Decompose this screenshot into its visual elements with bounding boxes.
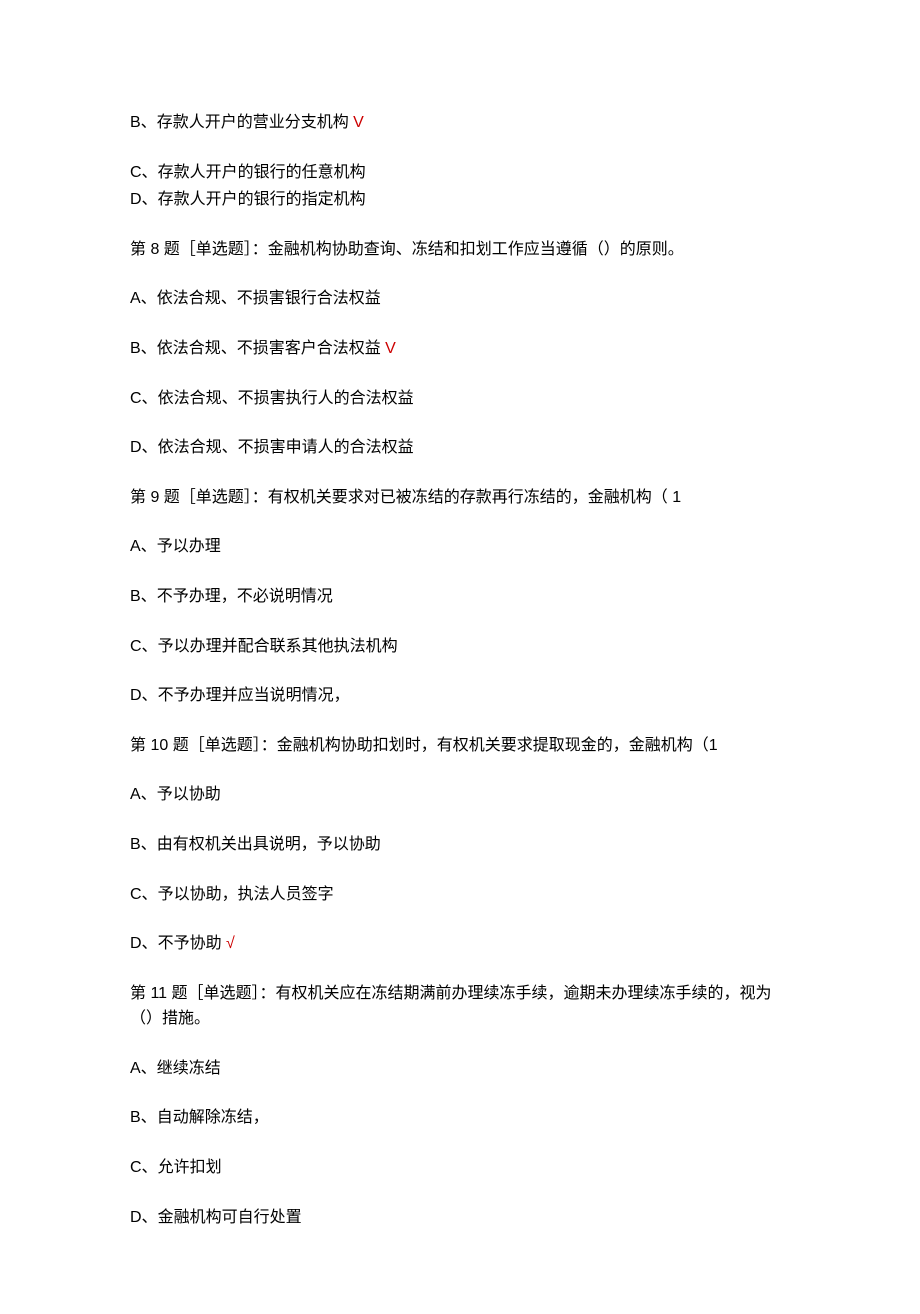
q9-option-b: B、不予办理，不必说明情况: [130, 584, 790, 610]
q10-option-c: C、予以协助，执法人员签字: [130, 882, 790, 908]
option-letter: C、: [130, 638, 158, 655]
q8-option-c: C、依法合规、不损害执行人的合法权益: [130, 386, 790, 412]
q9-stem: 第 9 题［单选题］：有权机关要求对已被冻结的存款再行冻结的，金融机构（ 1: [130, 485, 790, 511]
option-letter: D、: [130, 1209, 158, 1226]
option-text: 不予协助: [158, 935, 222, 952]
option-text: 由有权机关出具说明，予以协助: [157, 836, 381, 853]
option-letter: A、: [130, 538, 157, 555]
correct-mark: V: [381, 340, 396, 357]
option-text: 存款人开户的银行的指定机构: [158, 191, 366, 208]
option-letter: C、: [130, 886, 158, 903]
option-text: 金融机构可自行处置: [158, 1209, 302, 1226]
q11-option-c: C、允许扣划: [130, 1155, 790, 1181]
q10-option-d: D、不予协助 √: [130, 931, 790, 957]
q9-option-a: A、予以办理: [130, 534, 790, 560]
option-letter: A、: [130, 786, 157, 803]
q8-option-d: D、依法合规、不损害申请人的合法权益: [130, 435, 790, 461]
option-letter: B、: [130, 1109, 157, 1126]
option-letter: A、: [130, 290, 157, 307]
option-letter: D、: [130, 439, 158, 456]
option-text: 依法合规、不损害执行人的合法权益: [158, 390, 414, 407]
option-letter: A、: [130, 1060, 157, 1077]
q10-option-b: B、由有权机关出具说明，予以协助: [130, 832, 790, 858]
option-letter: C、: [130, 164, 158, 181]
q8-option-a: A、依法合规、不损害银行合法权益: [130, 286, 790, 312]
option-letter: D、: [130, 935, 158, 952]
q11-stem: 第 11 题［单选题］：有权机关应在冻结期满前办理续冻手续，逾期未办理续冻手续的…: [130, 981, 790, 1032]
option-text: 允许扣划: [158, 1159, 222, 1176]
question-text: 第 9 题［单选题］：有权机关要求对已被冻结的存款再行冻结的，金融机构（ 1: [130, 489, 681, 506]
option-text: 予以办理: [157, 538, 221, 555]
option-text: 予以办理并配合联系其他执法机构: [158, 638, 398, 655]
q7-option-c: C、存款人开户的银行的任意机构: [130, 160, 790, 186]
q11-option-a: A、继续冻结: [130, 1056, 790, 1082]
option-text: 不予办理，不必说明情况: [157, 588, 333, 605]
option-letter: C、: [130, 1159, 158, 1176]
option-text: 不予办理并应当说明情况，: [158, 687, 350, 704]
q7-option-b: B、存款人开户的营业分支机构 V: [130, 110, 790, 136]
question-text: 第 11 题［单选题］：有权机关应在冻结期满前办理续冻手续，逾期未办理续冻手续的…: [130, 985, 772, 1028]
option-letter: D、: [130, 191, 158, 208]
correct-mark: V: [349, 114, 364, 131]
option-letter: B、: [130, 340, 157, 357]
option-text: 继续冻结: [157, 1060, 221, 1077]
question-text: 第 8 题［单选题］：金融机构协助查询、冻结和扣划工作应当遵循（）的原则。: [130, 241, 684, 258]
q7-option-d: D、存款人开户的银行的指定机构: [130, 187, 790, 213]
option-letter: B、: [130, 588, 157, 605]
option-text: 存款人开户的营业分支机构: [157, 114, 349, 131]
option-text: 依法合规、不损害申请人的合法权益: [158, 439, 414, 456]
option-letter: B、: [130, 836, 157, 853]
option-text: 依法合规、不损害客户合法权益: [157, 340, 381, 357]
option-text: 予以协助: [157, 786, 221, 803]
q11-option-b: B、自动解除冻结，: [130, 1105, 790, 1131]
q11-option-d: D、金融机构可自行处置: [130, 1205, 790, 1231]
option-text: 自动解除冻结，: [157, 1109, 269, 1126]
option-text: 依法合规、不损害银行合法权益: [157, 290, 381, 307]
option-letter: B、: [130, 114, 157, 131]
q8-stem: 第 8 题［单选题］：金融机构协助查询、冻结和扣划工作应当遵循（）的原则。: [130, 237, 790, 263]
q10-option-a: A、予以协助: [130, 782, 790, 808]
option-text: 予以协助，执法人员签字: [158, 886, 334, 903]
q10-stem: 第 10 题［单选题］：金融机构协助扣划时，有权机关要求提取现金的，金融机构（1: [130, 733, 790, 759]
q8-option-b: B、依法合规、不损害客户合法权益 V: [130, 336, 790, 362]
q9-option-c: C、予以办理并配合联系其他执法机构: [130, 634, 790, 660]
question-text: 第 10 题［单选题］：金融机构协助扣划时，有权机关要求提取现金的，金融机构（1: [130, 737, 718, 754]
option-letter: C、: [130, 390, 158, 407]
option-text: 存款人开户的银行的任意机构: [158, 164, 366, 181]
q9-option-d: D、不予办理并应当说明情况，: [130, 683, 790, 709]
option-letter: D、: [130, 687, 158, 704]
correct-mark: √: [222, 935, 235, 952]
